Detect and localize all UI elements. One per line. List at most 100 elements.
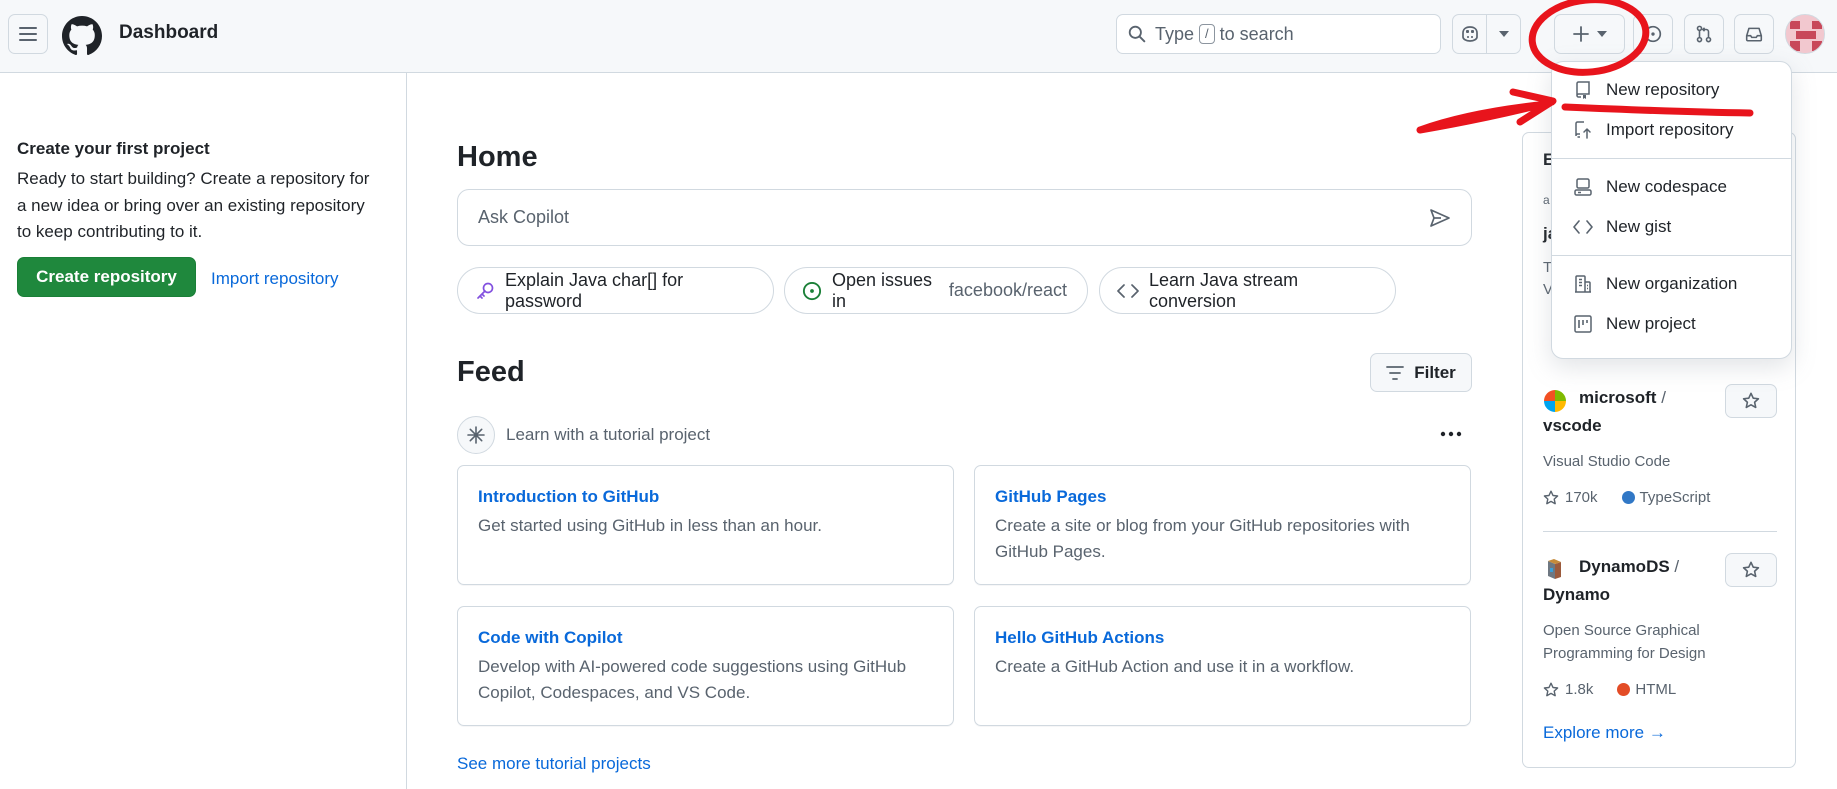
repo-push-icon: [1572, 121, 1594, 139]
inbox-icon: [1745, 25, 1763, 43]
tutorial-card[interactable]: Introduction to GitHub Get started using…: [457, 465, 954, 585]
filter-label: Filter: [1414, 362, 1456, 382]
repo-owner: microsoft: [1579, 388, 1657, 407]
inbox-button[interactable]: [1734, 14, 1774, 54]
tutorial-header: Learn with a tutorial project: [457, 416, 710, 454]
chip-label: Learn Java stream conversion: [1149, 269, 1299, 311]
star-icon: [1543, 490, 1559, 506]
import-repository-link[interactable]: Import repository: [211, 269, 339, 289]
explore-repo-card: microsoft / vscode Visual Studio Code 17…: [1543, 384, 1777, 506]
tutorial-label: Learn with a tutorial project: [506, 425, 711, 444]
menu-button[interactable]: [8, 14, 48, 54]
repo-slash: /: [1674, 557, 1680, 576]
card-description: Create a site or blog from your GitHub r…: [995, 516, 1410, 561]
search-input[interactable]: Type / to search: [1116, 14, 1441, 54]
sidebar-description: Ready to start building? Create a reposi…: [17, 169, 370, 241]
menu-item-label: New organization: [1606, 274, 1738, 293]
chip-label: Open issues in: [832, 269, 933, 311]
repo-owner: DynamoDS: [1579, 557, 1670, 576]
card-description: Get started using GitHub in less than an…: [478, 516, 822, 535]
project-icon: [1572, 315, 1594, 333]
tutorial-card[interactable]: Code with Copilot Develop with AI-powere…: [457, 606, 954, 726]
tutorial-card[interactable]: Hello GitHub Actions Create a GitHub Act…: [974, 606, 1471, 726]
search-icon: [1128, 25, 1146, 43]
repo-description: Visual Studio Code: [1543, 453, 1671, 470]
menu-item-new-gist[interactable]: New gist: [1552, 207, 1791, 247]
github-logo-icon[interactable]: [62, 16, 102, 56]
page-title[interactable]: Dashboard: [119, 22, 218, 44]
copilot-icon: [1460, 25, 1480, 43]
card-title[interactable]: Hello GitHub Actions: [995, 628, 1450, 648]
menu-item-new-project[interactable]: New project: [1552, 304, 1791, 344]
create-new-menu: New repository Import repository New cod…: [1551, 61, 1792, 359]
filter-button[interactable]: Filter: [1370, 353, 1472, 392]
menu-item-new-repository[interactable]: New repository: [1552, 70, 1791, 110]
hamburger-icon: [19, 26, 37, 42]
explore-more-link[interactable]: Explore more →: [1543, 723, 1666, 743]
divider: [1543, 531, 1777, 532]
language-color-dot: [1617, 683, 1631, 696]
card-description: Create a GitHub Action and use it in a w…: [995, 657, 1355, 676]
repo-icon: [1572, 81, 1594, 99]
repo-description: Open Source Graphical Programming for De…: [1543, 622, 1706, 662]
language-color-dot: [1621, 491, 1635, 504]
suggestion-chip[interactable]: Open issues in facebook/react: [784, 267, 1088, 314]
ask-copilot-input[interactable]: Ask Copilot: [457, 189, 1472, 246]
user-avatar[interactable]: [1785, 14, 1825, 54]
suggestion-chip[interactable]: Explain Java char[] for password: [457, 267, 774, 314]
card-title[interactable]: GitHub Pages: [995, 487, 1450, 507]
key-icon: [475, 281, 495, 301]
send-icon[interactable]: [1429, 208, 1451, 228]
menu-item-new-codespace[interactable]: New codespace: [1552, 167, 1791, 207]
git-pull-request-icon: [1695, 25, 1713, 43]
repo-meta: 170k TypeScript: [1543, 489, 1777, 506]
code-icon: [1572, 220, 1594, 234]
organization-icon: [1572, 275, 1594, 293]
menu-item-label: New gist: [1606, 217, 1672, 236]
create-new-button[interactable]: [1554, 14, 1625, 54]
search-prefix: Type: [1155, 23, 1195, 44]
repo-slash: /: [1661, 388, 1666, 407]
star-icon: [1742, 561, 1760, 579]
star-icon: [1543, 682, 1559, 698]
menu-divider: [1552, 158, 1791, 159]
copilot-button[interactable]: [1453, 15, 1486, 53]
repo-star-count: 1.8k: [1565, 681, 1594, 698]
menu-item-import-repository[interactable]: Import repository: [1552, 110, 1791, 150]
explore-repo-card: DynamoDS / Dynamo Open Source Graphical …: [1543, 553, 1777, 698]
suggestion-chip[interactable]: Learn Java stream conversion: [1099, 267, 1396, 314]
repo-language: HTML: [1635, 681, 1677, 698]
menu-divider: [1552, 255, 1791, 256]
star-icon: [1742, 392, 1760, 410]
chip-label: Explain Java char[] for password: [505, 269, 684, 311]
card-title[interactable]: Introduction to GitHub: [478, 487, 933, 507]
caret-down-icon: [1596, 31, 1607, 37]
issues-button[interactable]: [1633, 14, 1673, 54]
star-button[interactable]: [1725, 553, 1777, 587]
repo-fragment: a: [1543, 193, 1550, 207]
menu-item-label: New repository: [1606, 80, 1720, 99]
menu-item-label: Import repository: [1606, 120, 1734, 139]
ask-copilot-placeholder: Ask Copilot: [478, 207, 570, 227]
microsoft-logo-icon: [1543, 389, 1567, 413]
see-more-tutorials-link[interactable]: See more tutorial projects: [457, 754, 651, 774]
copilot-dropdown-button[interactable]: [1486, 15, 1520, 53]
annotation-arrow: [1416, 88, 1557, 134]
star-button[interactable]: [1725, 384, 1777, 418]
chip-repo-name: facebook/react: [948, 280, 1067, 300]
home-heading: Home: [457, 141, 538, 173]
create-repository-button[interactable]: Create repository: [17, 257, 196, 297]
codespace-icon: [1572, 178, 1594, 196]
menu-item-label: New project: [1606, 314, 1696, 333]
kebab-horizontal-icon[interactable]: [1436, 421, 1466, 447]
repo-meta: 1.8k HTML: [1543, 681, 1777, 698]
repo-star-count: 170k: [1565, 489, 1598, 506]
card-title[interactable]: Code with Copilot: [478, 628, 933, 648]
dynamo-logo-icon: [1543, 558, 1567, 582]
sparkle-icon: [457, 416, 495, 454]
menu-item-new-organization[interactable]: New organization: [1552, 264, 1791, 304]
pull-requests-button[interactable]: [1684, 14, 1724, 54]
tutorial-card[interactable]: GitHub Pages Create a site or blog from …: [974, 465, 1471, 585]
search-shortcut-key: /: [1199, 24, 1215, 44]
card-description: Develop with AI-powered code suggestions…: [478, 657, 907, 702]
